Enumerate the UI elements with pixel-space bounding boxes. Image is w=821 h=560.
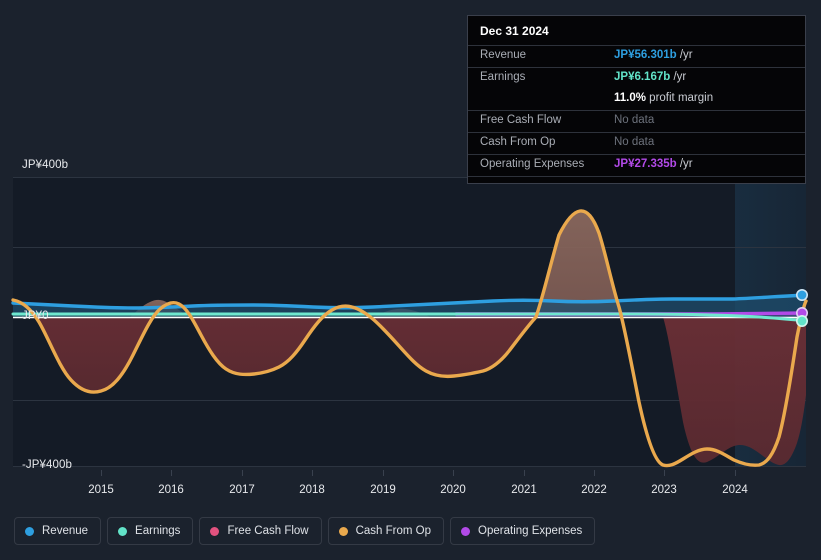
- tooltip-suffix-revenue: /yr: [676, 49, 693, 61]
- x-tickmark: [171, 470, 172, 476]
- tooltip-value-operating-expenses: JP¥27.335b /yr: [614, 158, 693, 170]
- x-tickmark: [594, 470, 595, 476]
- tooltip-suffix-operating-expenses: /yr: [676, 158, 693, 170]
- legend-label-revenue: Revenue: [42, 525, 89, 537]
- x-tick-2018: 2018: [299, 484, 325, 496]
- tooltip-row-operating-expenses: Operating Expenses JP¥27.335b /yr: [468, 154, 805, 176]
- cash-from-op-area: [13, 210, 806, 466]
- y-axis-label-zero: JP¥0: [22, 310, 49, 322]
- x-tickmark: [383, 470, 384, 476]
- x-tickmark: [524, 470, 525, 476]
- tooltip-amount-operating-expenses: JP¥27.335b: [614, 158, 677, 170]
- tooltip-amount-profit-margin: 11.0%: [614, 92, 646, 104]
- tooltip-amount-revenue: JP¥56.301b: [614, 49, 677, 61]
- x-tick-2019: 2019: [370, 484, 396, 496]
- tooltip-label-cash-from-op: Cash From Op: [480, 136, 556, 148]
- x-tick-2023: 2023: [651, 484, 677, 496]
- tooltip-value-earnings: JP¥6.167b /yr: [614, 71, 686, 83]
- x-tick-2022: 2022: [581, 484, 607, 496]
- legend-dot-icon: [25, 526, 34, 536]
- tooltip-footer-divider: [468, 176, 805, 180]
- x-tick-2020: 2020: [440, 484, 466, 496]
- x-tickmark: [312, 470, 313, 476]
- legend-label-cash-from-op: Cash From Op: [355, 525, 432, 537]
- legend-dot-icon: [338, 526, 348, 536]
- financial-chart: JP¥400b JP¥0 -JP¥400b 2015 2016 2017 201…: [0, 0, 821, 560]
- tooltip-value-revenue: JP¥56.301b /yr: [614, 49, 693, 61]
- legend-dot-icon: [210, 526, 220, 536]
- data-tooltip: Dec 31 2024 Revenue JP¥56.301b /yr Earni…: [467, 15, 806, 184]
- x-tick-2015: 2015: [88, 484, 114, 496]
- legend-item-earnings[interactable]: Earnings: [107, 517, 194, 545]
- tooltip-row-profit-margin: 11.0% profit margin: [468, 89, 805, 110]
- x-axis: 2015 2016 2017 2018 2019 2020 2021 2022 …: [13, 470, 806, 500]
- legend-item-revenue[interactable]: Revenue: [14, 517, 102, 545]
- tooltip-label-revenue: Revenue: [480, 49, 527, 61]
- x-tick-2017: 2017: [229, 484, 255, 496]
- chart-svg: [11, 177, 808, 468]
- tooltip-value-cash-from-op: No data: [614, 136, 655, 148]
- tooltip-suffix-earnings: /yr: [670, 71, 687, 83]
- x-tickmark: [453, 470, 454, 476]
- tooltip-label-free-cash-flow: Free Cash Flow: [480, 114, 562, 126]
- legend-dot-icon: [118, 526, 128, 536]
- tooltip-label-earnings: Earnings: [480, 71, 526, 83]
- legend-item-cash-from-op[interactable]: Cash From Op: [327, 517, 445, 545]
- tooltip-value-profit-margin: 11.0% profit margin: [614, 92, 713, 104]
- x-tickmark: [664, 470, 665, 476]
- x-tick-2024: 2024: [722, 484, 748, 496]
- x-tickmark: [242, 470, 243, 476]
- tooltip-row-earnings: Earnings JP¥6.167b /yr: [468, 67, 805, 89]
- tooltip-date: Dec 31 2024: [480, 24, 549, 38]
- x-tick-2016: 2016: [158, 484, 184, 496]
- legend-label-free-cash-flow: Free Cash Flow: [227, 525, 309, 537]
- x-tick-2021: 2021: [511, 484, 537, 496]
- x-tickmark: [101, 470, 102, 476]
- revenue-endpoint: [795, 289, 808, 302]
- tooltip-label-operating-expenses: Operating Expenses: [480, 158, 585, 170]
- chart-legend: Revenue Earnings Free Cash Flow Cash Fro…: [14, 517, 596, 545]
- legend-item-operating-expenses[interactable]: Operating Expenses: [450, 517, 596, 545]
- tooltip-suffix-profit-margin: profit margin: [645, 92, 714, 104]
- plot-area: [11, 177, 808, 468]
- legend-item-free-cash-flow[interactable]: Free Cash Flow: [199, 517, 322, 545]
- legend-dot-icon: [461, 526, 471, 536]
- earnings-endpoint: [795, 315, 808, 328]
- x-tickmark: [735, 470, 736, 476]
- y-axis-label-top: JP¥400b: [22, 159, 69, 171]
- legend-label-operating-expenses: Operating Expenses: [478, 525, 583, 537]
- tooltip-amount-earnings: JP¥6.167b: [614, 71, 671, 83]
- tooltip-row-revenue: Revenue JP¥56.301b /yr: [468, 45, 805, 67]
- tooltip-row-free-cash-flow: Free Cash Flow No data: [468, 110, 805, 132]
- legend-label-earnings: Earnings: [135, 525, 181, 537]
- tooltip-value-free-cash-flow: No data: [614, 114, 655, 126]
- tooltip-row-cash-from-op: Cash From Op No data: [468, 132, 805, 154]
